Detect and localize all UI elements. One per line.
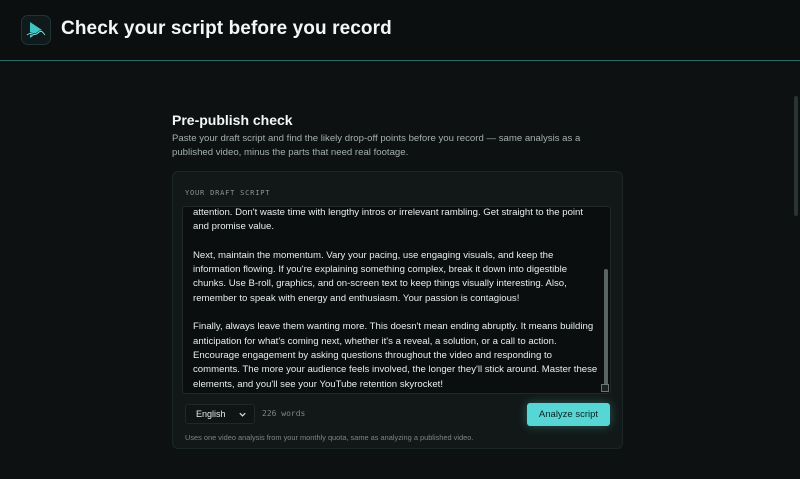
analyze-script-button[interactable]: Analyze script: [527, 403, 610, 426]
chevron-down-icon: [238, 410, 247, 421]
app-header: Check your script before you record: [0, 0, 800, 61]
textarea-scrollbar-thumb[interactable]: [604, 269, 608, 389]
page-scrollbar-thumb[interactable]: [794, 96, 798, 216]
play-wave-logo-icon: [21, 15, 51, 45]
script-field-label: YOUR DRAFT SCRIPT: [185, 189, 271, 197]
script-card: YOUR DRAFT SCRIPT attention. Don't waste…: [172, 171, 623, 449]
script-paragraph: Next, maintain the momentum. Vary your p…: [193, 249, 568, 304]
script-paragraph: Finally, always leave them wanting more.…: [193, 321, 598, 390]
draft-script-textarea[interactable]: attention. Don't waste time with lengthy…: [182, 206, 611, 394]
quota-note: Uses one video analysis from your monthl…: [185, 433, 474, 442]
script-paragraph: attention. Don't waste time with lengthy…: [193, 207, 584, 233]
page-title: Check your script before you record: [61, 18, 392, 39]
language-select[interactable]: English: [185, 404, 255, 424]
resize-handle-icon[interactable]: [601, 384, 609, 392]
draft-script-content[interactable]: attention. Don't waste time with lengthy…: [193, 207, 598, 393]
word-count: 226 words: [262, 409, 306, 418]
section-description: Paste your draft script and find the lik…: [172, 133, 581, 158]
language-select-value: English: [196, 409, 226, 419]
section-title: Pre-publish check: [172, 112, 293, 128]
